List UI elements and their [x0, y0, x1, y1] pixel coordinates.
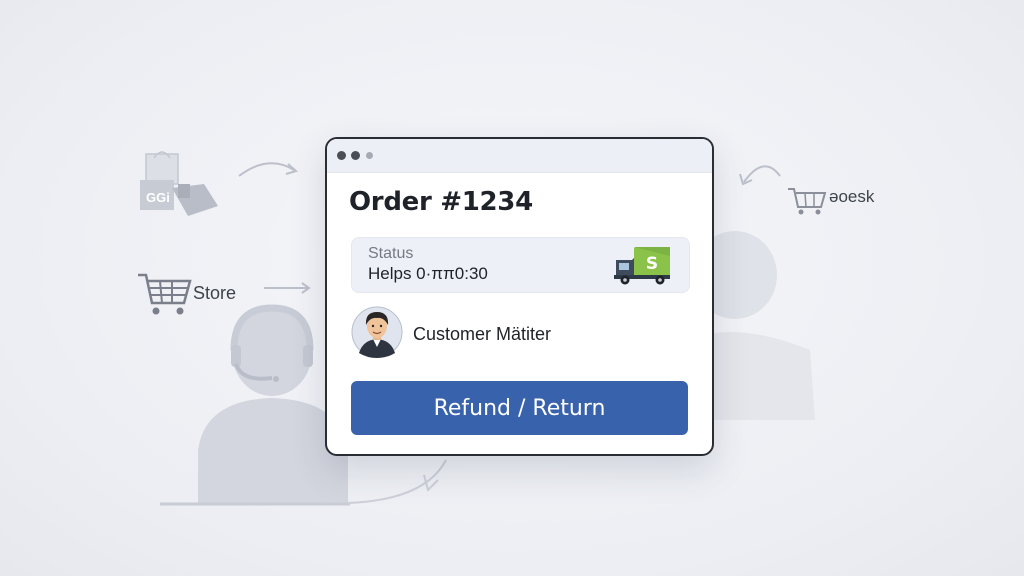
- shopping-cart-icon: [138, 273, 192, 315]
- desk-label: əoesk: [829, 187, 875, 206]
- customer-avatar: [351, 306, 403, 358]
- window-maximize-dot[interactable]: [366, 152, 373, 159]
- arrow-icon: [238, 162, 299, 177]
- bag-label: GGi: [146, 190, 170, 205]
- window-titlebar: [327, 139, 712, 173]
- window-minimize-dot[interactable]: [351, 151, 360, 160]
- window-close-dot[interactable]: [337, 151, 346, 160]
- customer-name: Customer Mätiter: [413, 324, 552, 344]
- status-value: Helps 0·ππ0:30: [368, 264, 488, 283]
- store-label: Store: [193, 283, 237, 303]
- order-title: Order #1234: [349, 187, 533, 217]
- refund-return-button[interactable]: Refund / Return: [351, 381, 688, 435]
- arrow-right-icon: [264, 282, 311, 294]
- truck-badge-letter: S: [646, 254, 658, 274]
- delivery-truck-icon: S: [614, 247, 670, 285]
- status-label: Status: [368, 245, 414, 262]
- shopping-bags-icon: [140, 151, 218, 216]
- order-window: Order #1234 Status Helps 0·ππ0:30 S Cust…: [325, 137, 714, 456]
- curved-arrow-icon: [739, 165, 781, 186]
- status-box: Status Helps 0·ππ0:30 S: [351, 237, 690, 293]
- desk-cart-icon: [788, 188, 827, 215]
